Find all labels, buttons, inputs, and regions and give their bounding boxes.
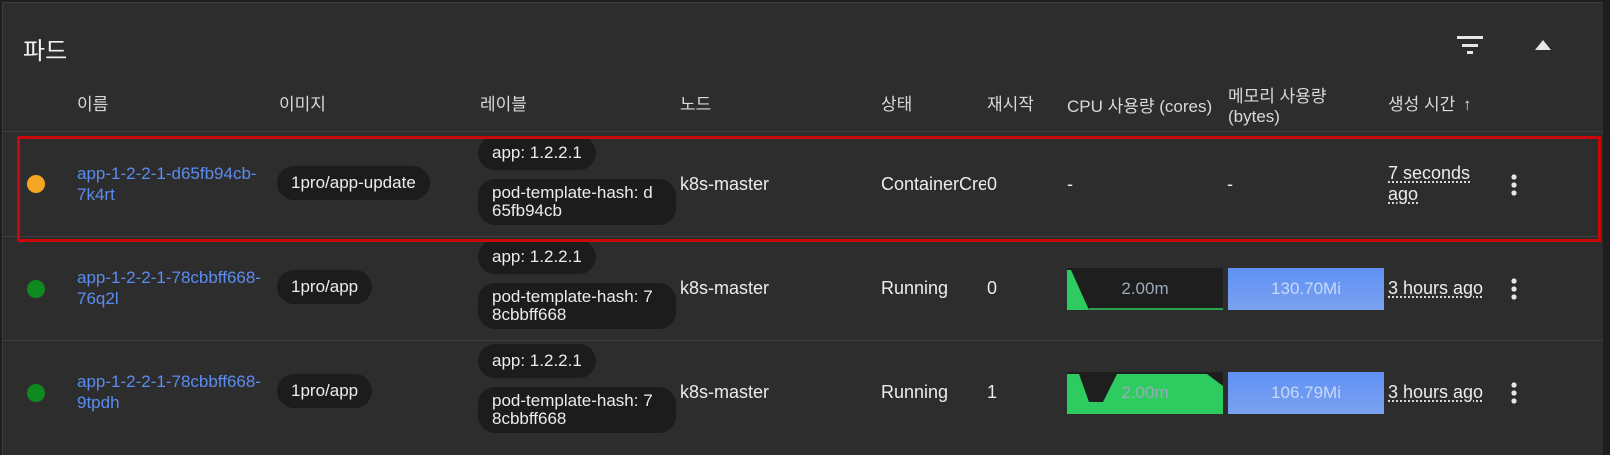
memory-bar: 130.70Mi	[1228, 268, 1384, 310]
cpu-sparkline: 2.00m	[1067, 372, 1223, 414]
cpu-value: 2.00m	[1067, 268, 1223, 310]
status-cell: Running	[881, 278, 948, 299]
column-header-image: 이미지	[279, 95, 326, 115]
label-chip-line: 8cbbff668	[492, 306, 662, 324]
row-divider	[3, 340, 1603, 341]
restarts-cell: 1	[987, 382, 997, 403]
column-header-created[interactable]: 생성 시간 ↑	[1388, 95, 1472, 115]
column-header-node[interactable]: 노드	[680, 95, 711, 115]
column-header-status[interactable]: 상태	[881, 95, 912, 115]
pod-name-link[interactable]: app-1-2-2-1-78cbbff668- 9tpdh	[77, 371, 261, 413]
cpu-value: 2.00m	[1067, 372, 1223, 414]
created-time: 3 hours ago	[1388, 382, 1483, 403]
chevron-up-icon[interactable]	[1534, 39, 1552, 51]
highlight-box	[17, 136, 1601, 242]
image-chip: 1pro/app	[277, 270, 372, 304]
status-cell: Running	[881, 382, 948, 403]
column-header-cpu: CPU 사용량 (cores)	[1067, 97, 1212, 117]
label-chip: app: 1.2.2.1	[478, 240, 596, 274]
image-chip: 1pro/app	[277, 374, 372, 408]
label-chip: pod-template-hash: 7 8cbbff668	[478, 387, 676, 433]
pod-name-line: 76q2l	[77, 288, 261, 309]
card-title: 파드	[23, 31, 67, 66]
status-dot-icon	[27, 384, 45, 402]
column-header-memory-line1: 메모리 사용량	[1228, 87, 1327, 107]
arrow-up-icon: ↑	[1463, 95, 1472, 114]
restarts-cell: 0	[987, 278, 997, 299]
cpu-sparkline: 2.00m	[1067, 268, 1223, 310]
filter-icon[interactable]	[1455, 34, 1485, 56]
column-header-restarts[interactable]: 재시작	[987, 95, 1034, 115]
label-chip: pod-template-hash: 7 8cbbff668	[478, 283, 676, 329]
column-header-labels: 레이블	[480, 95, 527, 115]
node-cell: k8s-master	[680, 382, 769, 403]
column-header-memory-line2: (bytes)	[1228, 107, 1327, 127]
status-dot-icon	[27, 280, 45, 298]
label-chip-line: 8cbbff668	[492, 410, 662, 428]
created-time: 3 hours ago	[1388, 278, 1483, 299]
header-divider	[3, 131, 1603, 132]
label-chip: app: 1.2.2.1	[478, 344, 596, 378]
node-cell: k8s-master	[680, 278, 769, 299]
column-header-created-label: 생성 시간	[1388, 95, 1455, 114]
column-header-name[interactable]: 이름	[77, 95, 108, 115]
pod-name-line: app-1-2-2-1-78cbbff668-	[77, 267, 261, 288]
label-chip-line: pod-template-hash: 7	[492, 288, 662, 306]
more-vert-icon[interactable]	[1511, 278, 1517, 300]
label-chip-line: pod-template-hash: 7	[492, 392, 662, 410]
memory-bar: 106.79Mi	[1228, 372, 1384, 414]
pod-name-line: 9tpdh	[77, 392, 261, 413]
column-header-memory: 메모리 사용량 (bytes)	[1228, 87, 1327, 127]
more-vert-icon[interactable]	[1511, 382, 1517, 404]
pods-card: 파드 이름 이미지 레이블 노드 상태 재시작 CPU 사용량 (cores) …	[2, 2, 1603, 455]
pod-name-link[interactable]: app-1-2-2-1-78cbbff668- 76q2l	[77, 267, 261, 309]
pod-name-line: app-1-2-2-1-78cbbff668-	[77, 371, 261, 392]
